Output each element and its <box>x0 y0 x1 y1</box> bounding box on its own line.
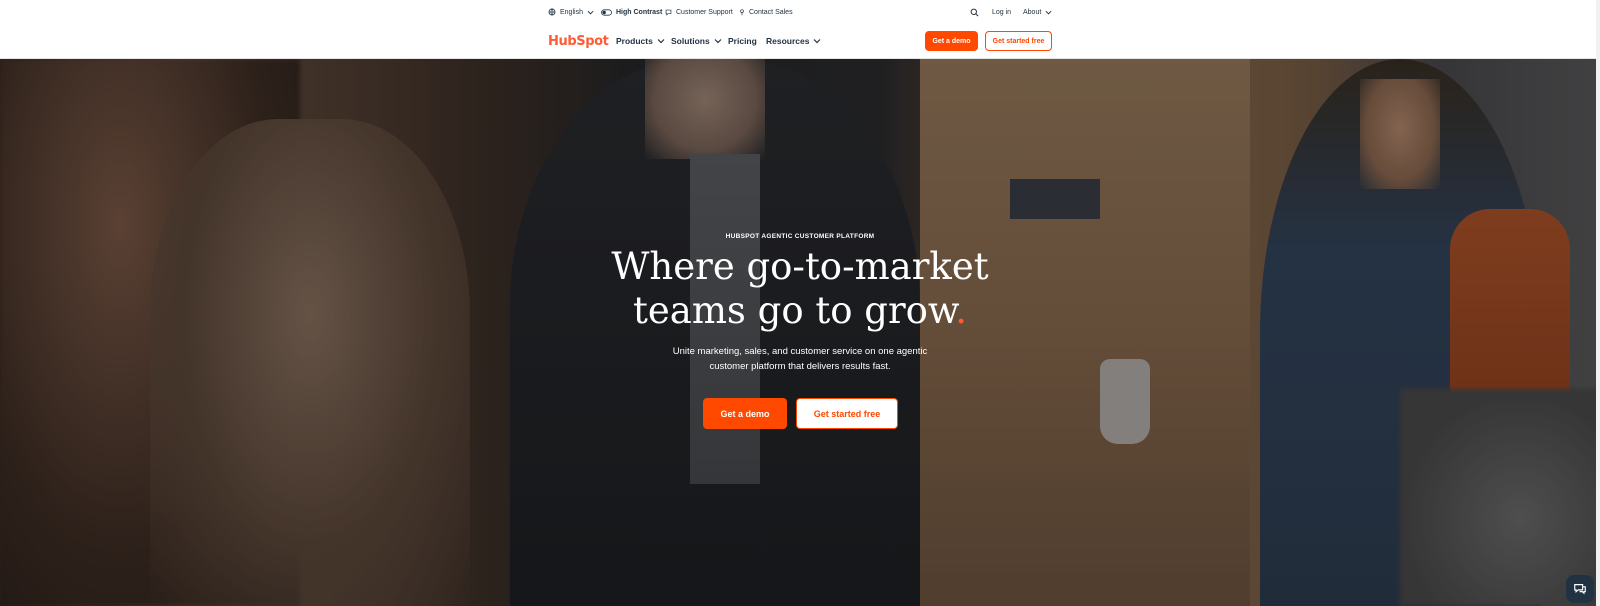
utility-bar: English High Contrast Customer Support C… <box>0 0 1600 24</box>
hero-section: HUBSPOT AGENTIC CUSTOMER PLATFORM Where … <box>0 59 1600 606</box>
logo-text: HubSpot <box>548 33 609 49</box>
nav-get-demo-button[interactable]: Get a demo <box>925 31 978 51</box>
toggle-icon <box>601 8 612 16</box>
hero-eyebrow: HUBSPOT AGENTIC CUSTOMER PLATFORM <box>725 233 875 240</box>
hero-subtext-line1: Unite marketing, sales, and customer ser… <box>672 346 928 357</box>
nav-item-label: Pricing <box>728 36 757 46</box>
nav-get-started-free-button[interactable]: Get started free <box>985 31 1052 51</box>
person-icon <box>740 8 744 15</box>
search-icon <box>970 8 979 16</box>
customer-support-link[interactable]: Customer Support <box>665 6 733 18</box>
chevron-down-icon <box>1045 10 1052 14</box>
about-menu[interactable]: About <box>1023 6 1052 18</box>
nav-item-pricing[interactable]: Pricing <box>728 34 757 48</box>
main-nav: HubSpot Products Solutions Pricing Resou… <box>0 24 1600 59</box>
hero-headline-line1: Where go-to-market <box>611 245 989 288</box>
contact-sales-link[interactable]: Contact Sales <box>739 6 793 18</box>
page-scrollbar[interactable] <box>1596 0 1600 606</box>
customer-support-label: Customer Support <box>676 8 733 16</box>
nav-item-label: Solutions <box>671 36 710 46</box>
high-contrast-label: High Contrast <box>616 8 663 16</box>
nav-item-resources[interactable]: Resources <box>766 34 821 48</box>
contact-sales-label: Contact Sales <box>749 8 793 16</box>
hero-subtext: Unite marketing, sales, and customer ser… <box>640 344 960 374</box>
search-button[interactable] <box>970 6 979 18</box>
nav-item-products[interactable]: Products <box>616 34 665 48</box>
hero-headline-line2: teams go to grow <box>633 289 956 332</box>
about-label: About <box>1023 8 1042 16</box>
chevron-down-icon <box>714 39 722 44</box>
chevron-down-icon <box>587 10 594 14</box>
hero-get-demo-button[interactable]: Get a demo <box>703 398 787 429</box>
nav-item-solutions[interactable]: Solutions <box>671 34 722 48</box>
nav-item-label: Resources <box>766 36 810 46</box>
hero-headline: Where go-to-market teams go to grow. <box>560 245 1040 333</box>
chat-widget-button[interactable] <box>1566 575 1594 603</box>
chat-bubble-icon <box>1574 584 1586 595</box>
login-label: Log in <box>992 8 1012 16</box>
language-label: English <box>560 8 583 16</box>
high-contrast-toggle[interactable]: High Contrast <box>601 6 662 18</box>
login-link[interactable]: Log in <box>992 6 1011 18</box>
hero-subtext-line2: customer platform that delivers results … <box>709 361 891 372</box>
hero-headline-dot: . <box>955 289 967 332</box>
language-selector[interactable]: English <box>548 6 594 18</box>
globe-icon <box>548 8 556 16</box>
hubspot-logo[interactable]: HubSpot <box>548 32 609 50</box>
hero-content: HUBSPOT AGENTIC CUSTOMER PLATFORM Where … <box>0 59 1600 606</box>
chevron-down-icon <box>657 39 665 44</box>
chat-icon <box>665 9 672 16</box>
hero-get-started-free-button[interactable]: Get started free <box>796 398 898 429</box>
nav-item-label: Products <box>616 36 653 46</box>
chevron-down-icon <box>814 39 821 44</box>
